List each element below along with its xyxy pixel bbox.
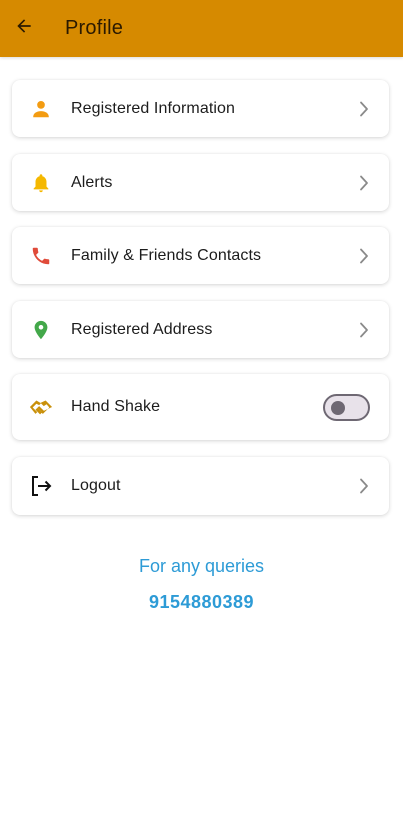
menu-item-alerts[interactable]: Alerts	[12, 154, 389, 211]
page-title: Profile	[65, 17, 124, 39]
menu-item-family-friends-contacts[interactable]: Family & Friends Contacts	[12, 227, 389, 284]
hand-shake-toggle[interactable]	[323, 393, 370, 421]
menu-item-label: Logout	[71, 477, 121, 494]
chevron-right-icon	[357, 478, 371, 494]
menu-item-label: Registered Address	[71, 320, 213, 338]
menu-item-label: Family & Friends Contacts	[71, 246, 262, 264]
phone-icon	[29, 244, 53, 268]
menu-item-logout[interactable]: Logout	[12, 457, 389, 515]
chevron-right-icon	[357, 175, 371, 190]
menu-item-label: Hand Shake	[71, 398, 161, 415]
arrow-left-icon	[14, 16, 34, 41]
menu-item-label: Registered Information	[71, 99, 236, 117]
menu-item-registered-information[interactable]: Registered Information	[12, 80, 389, 137]
support-phone-link[interactable]: 9154880389	[0, 592, 403, 613]
chevron-right-icon	[357, 248, 371, 263]
location-pin-icon	[29, 318, 53, 342]
back-button[interactable]	[0, 0, 48, 57]
menu-item-hand-shake: Hand Shake	[12, 374, 389, 440]
toggle-knob	[331, 400, 345, 415]
menu-item-registered-address[interactable]: Registered Address	[12, 301, 389, 358]
person-icon	[29, 97, 53, 121]
handshake-icon	[29, 395, 53, 419]
chevron-right-icon	[357, 101, 371, 116]
bell-icon	[29, 171, 53, 195]
queries-text: For any queries	[138, 556, 265, 576]
logout-icon	[29, 474, 53, 498]
menu-item-label: Alerts	[71, 173, 113, 191]
app-bar: Profile	[0, 0, 403, 57]
chevron-right-icon	[357, 322, 371, 337]
